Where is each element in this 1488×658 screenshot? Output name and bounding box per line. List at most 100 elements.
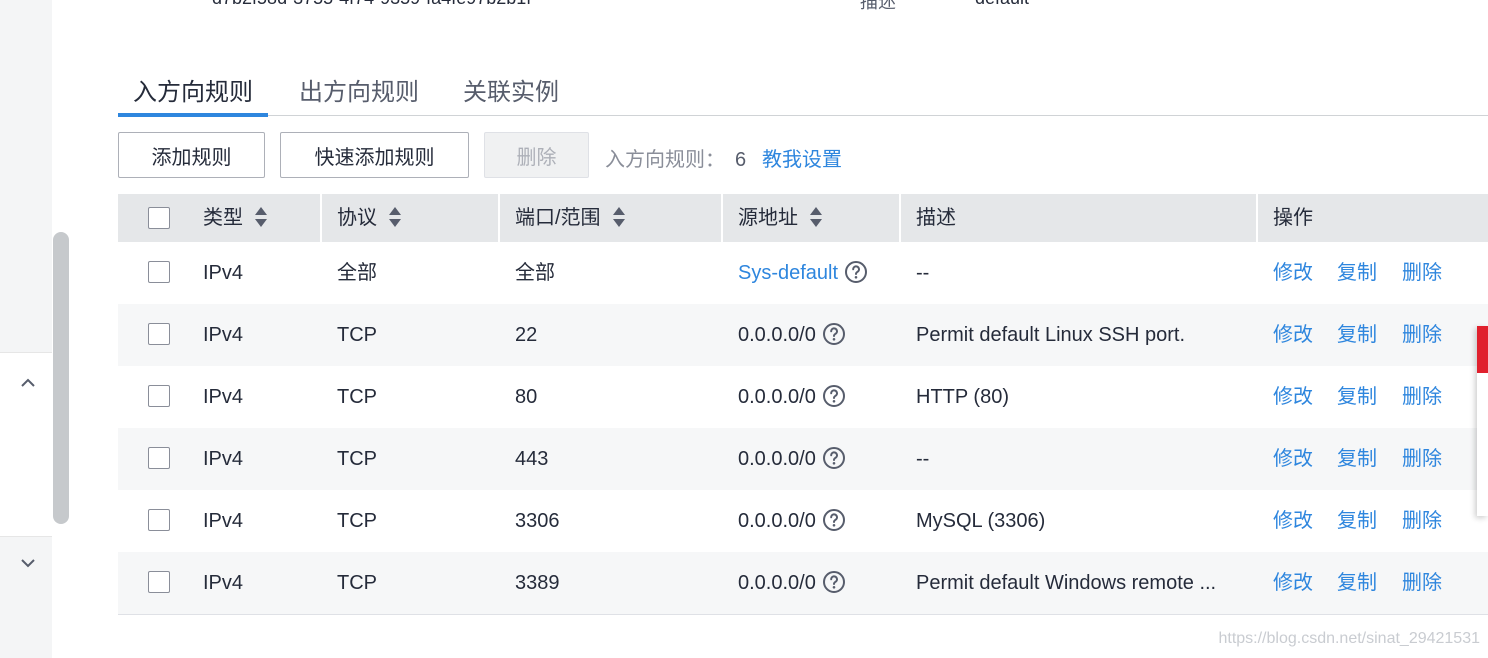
scrollbar[interactable]: [52, 232, 70, 524]
source-address: 0.0.0.0/0: [738, 386, 816, 408]
cell-protocol: TCP: [337, 448, 377, 470]
cell-protocol: 全部: [337, 262, 377, 284]
description-label: 描述: [860, 0, 896, 12]
cell-protocol: TCP: [337, 386, 377, 408]
column-divider: [1256, 194, 1258, 242]
source-address: 0.0.0.0/0: [738, 448, 816, 470]
watermark: https://blog.csdn.net/sinat_29421531: [1218, 630, 1480, 647]
sort-icon[interactable]: [612, 206, 625, 228]
floating-side-panel[interactable]: [1477, 326, 1488, 516]
edit-link[interactable]: 修改: [1273, 366, 1313, 428]
tab-associated-instances[interactable]: 关联实例: [463, 72, 559, 107]
scroll-down-button[interactable]: [8, 543, 48, 583]
source-address: 0.0.0.0/0: [738, 572, 816, 594]
setup-help-link[interactable]: 教我设置: [762, 143, 842, 172]
cell-port: 3389: [515, 572, 560, 594]
cell-source: Sys-default: [738, 242, 868, 304]
question-circle-icon[interactable]: [844, 260, 868, 284]
edit-link[interactable]: 修改: [1273, 490, 1313, 552]
cell-type: IPv4: [203, 510, 244, 532]
table-row: IPv4 TCP 80 0.0.0.0/0 HTTP (80) 修改 复制 删除: [118, 366, 1488, 428]
copy-link[interactable]: 复制: [1337, 552, 1377, 614]
col-type-label: 类型: [203, 207, 243, 229]
cell-port: 80: [515, 386, 538, 408]
cell-type: IPv4: [203, 262, 244, 284]
edit-link[interactable]: 修改: [1273, 552, 1313, 614]
cell-description: HTTP (80): [916, 386, 1009, 408]
question-circle-icon[interactable]: [822, 322, 846, 346]
column-divider: [721, 194, 723, 242]
cell-port: 全部: [515, 262, 555, 284]
copy-link[interactable]: 复制: [1337, 304, 1377, 366]
delete-button[interactable]: 删除: [484, 132, 589, 178]
row-checkbox[interactable]: [148, 447, 170, 469]
add-rule-button[interactable]: 添加规则: [118, 132, 265, 178]
rule-count-value: 6: [735, 149, 747, 171]
col-type: 类型: [203, 194, 267, 242]
source-address: 0.0.0.0/0: [738, 510, 816, 532]
col-actions: 操作: [1273, 207, 1313, 229]
table-row: IPv4 TCP 3306 0.0.0.0/0 MySQL (3306) 修改 复制 删除: [118, 490, 1488, 552]
row-checkbox[interactable]: [148, 571, 170, 593]
cell-protocol: TCP: [337, 510, 377, 532]
cell-type: IPv4: [203, 386, 244, 408]
delete-link[interactable]: 删除: [1402, 552, 1442, 614]
row-checkbox[interactable]: [148, 323, 170, 345]
table-header: 类型 协议 端口/范围 源地址 描述 操作: [118, 194, 1488, 242]
row-checkbox[interactable]: [148, 385, 170, 407]
inbound-rule-count: 入方向规则： 6: [605, 143, 746, 172]
quick-add-rule-button[interactable]: 快速添加规则: [280, 132, 469, 178]
question-circle-icon[interactable]: [822, 508, 846, 532]
question-circle-icon[interactable]: [822, 446, 846, 470]
scroll-up-button[interactable]: [8, 363, 48, 403]
tab-inbound-rules[interactable]: 入方向规则: [133, 72, 253, 107]
chevron-up-icon: [21, 378, 35, 387]
source-address[interactable]: Sys-default: [738, 262, 838, 284]
delete-link[interactable]: 删除: [1402, 304, 1442, 366]
cell-port: 3306: [515, 510, 560, 532]
copy-link[interactable]: 复制: [1337, 428, 1377, 490]
select-all-checkbox[interactable]: [148, 207, 170, 229]
sort-icon[interactable]: [810, 206, 822, 228]
row-checkbox[interactable]: [148, 509, 170, 531]
delete-link[interactable]: 删除: [1402, 428, 1442, 490]
col-port-label: 端口/范围: [515, 207, 601, 229]
edit-link[interactable]: 修改: [1273, 304, 1313, 366]
row-checkbox[interactable]: [148, 261, 170, 283]
sort-icon[interactable]: [389, 206, 401, 228]
sort-icon[interactable]: [255, 206, 267, 228]
active-tab-indicator: [118, 113, 268, 117]
delete-link[interactable]: 删除: [1402, 490, 1442, 552]
cell-description: --: [916, 262, 930, 284]
description-value: default: [975, 0, 1029, 9]
tab-outbound-rules[interactable]: 出方向规则: [299, 72, 419, 107]
cell-protocol: TCP: [337, 572, 377, 594]
accent-tab[interactable]: [1477, 326, 1488, 373]
edit-link[interactable]: 修改: [1273, 242, 1313, 304]
scrollbar-thumb[interactable]: [53, 232, 69, 524]
security-group-id: d7b2f58d-3755-4f74-9359-fa4fe97b2b1f: [212, 0, 531, 9]
column-divider: [498, 194, 500, 242]
table-row: IPv4 全部 全部 Sys-default -- 修改 复制 删除: [118, 242, 1488, 304]
cell-source: 0.0.0.0/0: [738, 490, 846, 552]
cell-type: IPv4: [203, 572, 244, 594]
source-address: 0.0.0.0/0: [738, 324, 816, 346]
col-port: 端口/范围: [515, 194, 625, 242]
question-circle-icon[interactable]: [822, 384, 846, 408]
cell-type: IPv4: [203, 324, 244, 346]
cell-description: --: [916, 448, 930, 470]
table-row: IPv4 TCP 3389 0.0.0.0/0 Permit default Windo…: [118, 552, 1488, 615]
copy-link[interactable]: 复制: [1337, 242, 1377, 304]
col-source-label: 源地址: [738, 207, 798, 229]
rules-table: 类型 协议 端口/范围 源地址 描述 操作 IPv4 全部 全部 Sys-defaul…: [118, 194, 1488, 615]
rule-tabs: 入方向规则 出方向规则 关联实例: [118, 60, 1488, 117]
rule-count-label: 入方向规则：: [605, 149, 725, 171]
question-circle-icon[interactable]: [822, 570, 846, 594]
copy-link[interactable]: 复制: [1337, 366, 1377, 428]
copy-link[interactable]: 复制: [1337, 490, 1377, 552]
delete-link[interactable]: 删除: [1402, 242, 1442, 304]
delete-link[interactable]: 删除: [1402, 366, 1442, 428]
column-divider: [320, 194, 322, 242]
edit-link[interactable]: 修改: [1273, 428, 1313, 490]
cell-source: 0.0.0.0/0: [738, 428, 846, 490]
